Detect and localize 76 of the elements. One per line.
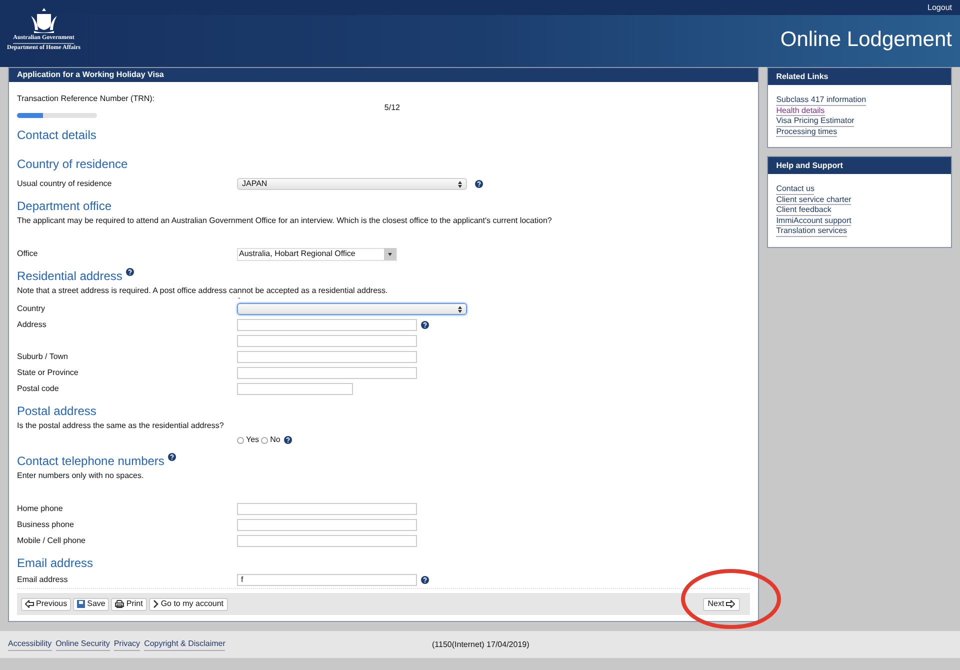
select-field[interactable] (237, 303, 467, 316)
footer-link[interactable]: Privacy (114, 638, 140, 651)
text-field[interactable] (237, 383, 353, 396)
sidebar-link[interactable]: Visa Pricing Estimator (776, 116, 854, 126)
section-heading: Contact telephone numbers (17, 453, 164, 470)
field-label: Address (17, 320, 46, 330)
printer-icon (115, 600, 124, 608)
site-title: Online Lodgement (780, 27, 952, 53)
text-field[interactable]: f (237, 574, 417, 586)
text-field[interactable] (237, 519, 417, 532)
right-arrow-icon (726, 600, 736, 608)
sidebar-link[interactable]: Processing times (776, 126, 838, 137)
page-heading: Contact details (17, 128, 96, 142)
section-heading: Department office (17, 198, 112, 216)
help-icon[interactable] (421, 576, 429, 584)
text-field[interactable] (237, 535, 417, 548)
help-icon[interactable] (421, 321, 429, 330)
help-icon[interactable] (126, 268, 134, 276)
sidebar-link[interactable]: Client service charter (776, 194, 852, 205)
text-field[interactable] (237, 319, 417, 332)
field-label: Email address (17, 575, 68, 584)
field-label: Office (17, 249, 38, 258)
text-field[interactable] (237, 351, 417, 364)
sidebar-link[interactable]: Translation services (776, 226, 848, 236)
note-text: The applicant may be required to attend an Australian Government Office for an interview. Which is the closest office to the applicant's current location? (17, 216, 552, 226)
select-field[interactable]: JAPAN (237, 178, 467, 190)
footer-link[interactable]: Online Security (56, 638, 110, 651)
left-arrow-icon (25, 600, 34, 608)
trn-label: Transaction Reference Number (TRN): (17, 93, 155, 106)
office-dropdown[interactable]: Australia, Hobart Regional Office (237, 248, 397, 261)
radio-option[interactable]: No (261, 434, 280, 446)
section-heading: Postal address (17, 403, 96, 420)
section-heading: Email address (17, 555, 94, 572)
field-label: Postal code (17, 384, 59, 394)
sidebar-link[interactable]: Contact us (776, 184, 814, 194)
sidebar-link[interactable]: Client feedback (776, 205, 832, 216)
toolbar-button[interactable]: Print (111, 598, 147, 611)
text-field[interactable] (237, 335, 417, 348)
updown-icon (458, 180, 462, 188)
field-label: Country (17, 304, 46, 314)
field-label: Usual country of residence (17, 179, 112, 188)
chevron-right-icon (152, 600, 159, 608)
caret-icon (388, 252, 392, 256)
note-text: Note that a street address is required. A post office address cannot be accepted as a residential address. (17, 286, 388, 296)
field-label: Business phone (17, 520, 74, 530)
sidebar-link[interactable]: Health details (776, 106, 825, 116)
text-field[interactable] (237, 503, 417, 516)
toolbar-button[interactable]: Go to my account (148, 598, 228, 611)
updown-icon (458, 306, 462, 313)
field-label: Mobile / Cell phone (17, 536, 86, 546)
toolbar-button[interactable]: Save (73, 598, 110, 611)
help-icon[interactable] (475, 180, 483, 188)
panel-title: Related Links (776, 70, 828, 82)
step-counter: 5/12 (384, 102, 400, 114)
field-label: Suburb / Town (17, 352, 68, 362)
toolbar-button[interactable]: Previous (21, 598, 72, 611)
note-text: Is the postal address the same as the residential address? (17, 421, 224, 430)
field-label: Home phone (17, 504, 63, 514)
panel-title: Help and Support (776, 160, 843, 172)
section-heading: Residential address (17, 268, 122, 286)
footer-link[interactable]: Accessibility (8, 638, 52, 651)
help-icon[interactable] (168, 453, 176, 462)
radio-option[interactable]: Yes (237, 434, 260, 446)
logout-link[interactable]: Logout (928, 2, 952, 14)
floppy-icon (77, 600, 86, 608)
sidebar-link[interactable]: Subclass 417 information (776, 95, 866, 106)
sidebar-link[interactable]: ImmiAccount support (776, 216, 852, 226)
section-heading: Country of residence (17, 156, 128, 174)
form-title: Application for a Working Holiday Visa (17, 69, 164, 82)
help-icon[interactable] (284, 436, 292, 444)
text-field[interactable] (237, 367, 417, 380)
next-button[interactable]: Next (702, 598, 740, 611)
footer-link[interactable]: Copyright & Disclaimer (144, 638, 226, 651)
version-info: (1150(Internet) 17/04/2019) (432, 638, 530, 650)
field-label: State or Province (17, 368, 78, 378)
note-text: Enter numbers only with no spaces. (17, 471, 144, 480)
